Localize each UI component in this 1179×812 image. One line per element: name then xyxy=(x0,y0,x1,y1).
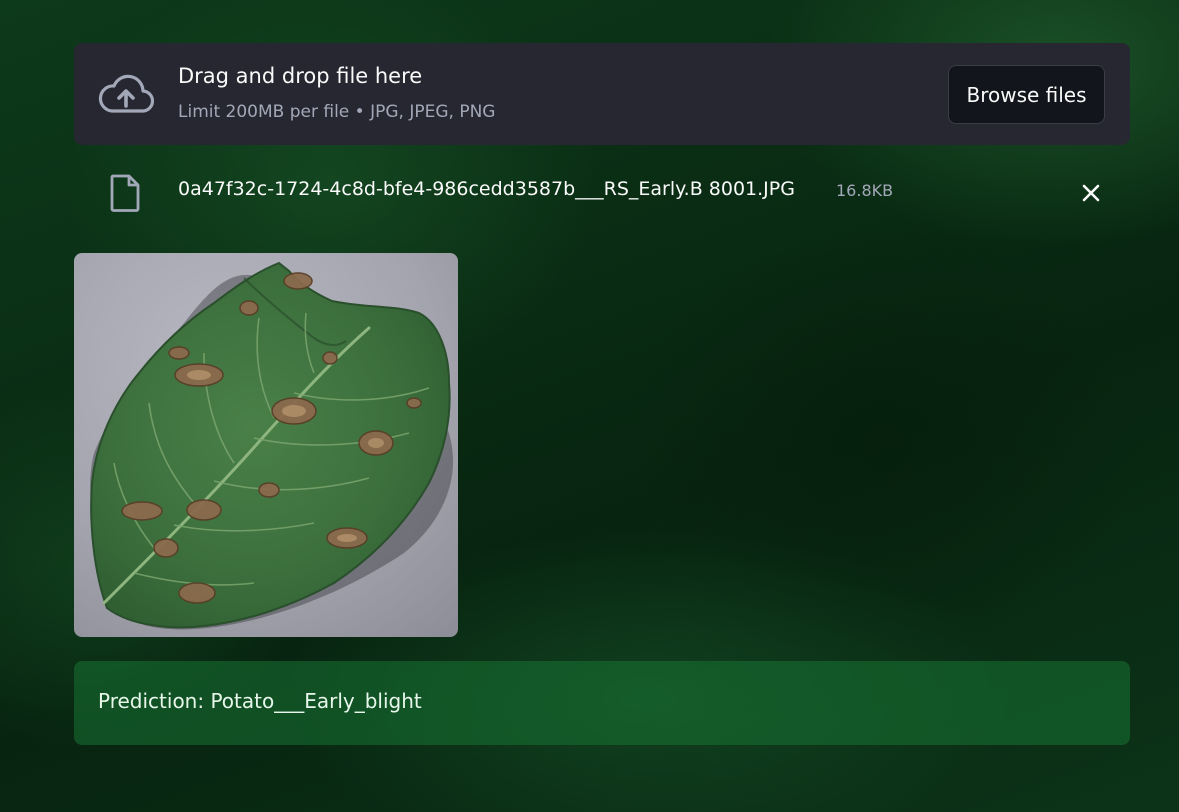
file-uploader-dropzone[interactable]: Drag and drop file here Limit 200MB per … xyxy=(74,43,1130,145)
cloud-upload-icon xyxy=(98,74,154,113)
file-icon xyxy=(110,174,140,212)
uploaded-file-name: 0a47f32c-1724-4c8d-bfe4-986cedd3587b___R… xyxy=(178,178,795,200)
dropzone-limit-text: Limit 200MB per file • JPG, JPEG, PNG xyxy=(178,102,496,122)
close-icon[interactable] xyxy=(1076,178,1106,208)
leaf-image xyxy=(74,253,458,637)
uploaded-file-size: 16.8KB xyxy=(836,181,894,200)
uploaded-image-preview xyxy=(74,253,458,637)
uploaded-file-row: 0a47f32c-1724-4c8d-bfe4-986cedd3587b___R… xyxy=(74,168,1130,216)
browse-files-button[interactable]: Browse files xyxy=(948,65,1105,124)
dropzone-title: Drag and drop file here xyxy=(178,64,423,88)
prediction-alert: Prediction: Potato___Early_blight xyxy=(74,661,1130,745)
prediction-text: Prediction: Potato___Early_blight xyxy=(98,689,422,713)
